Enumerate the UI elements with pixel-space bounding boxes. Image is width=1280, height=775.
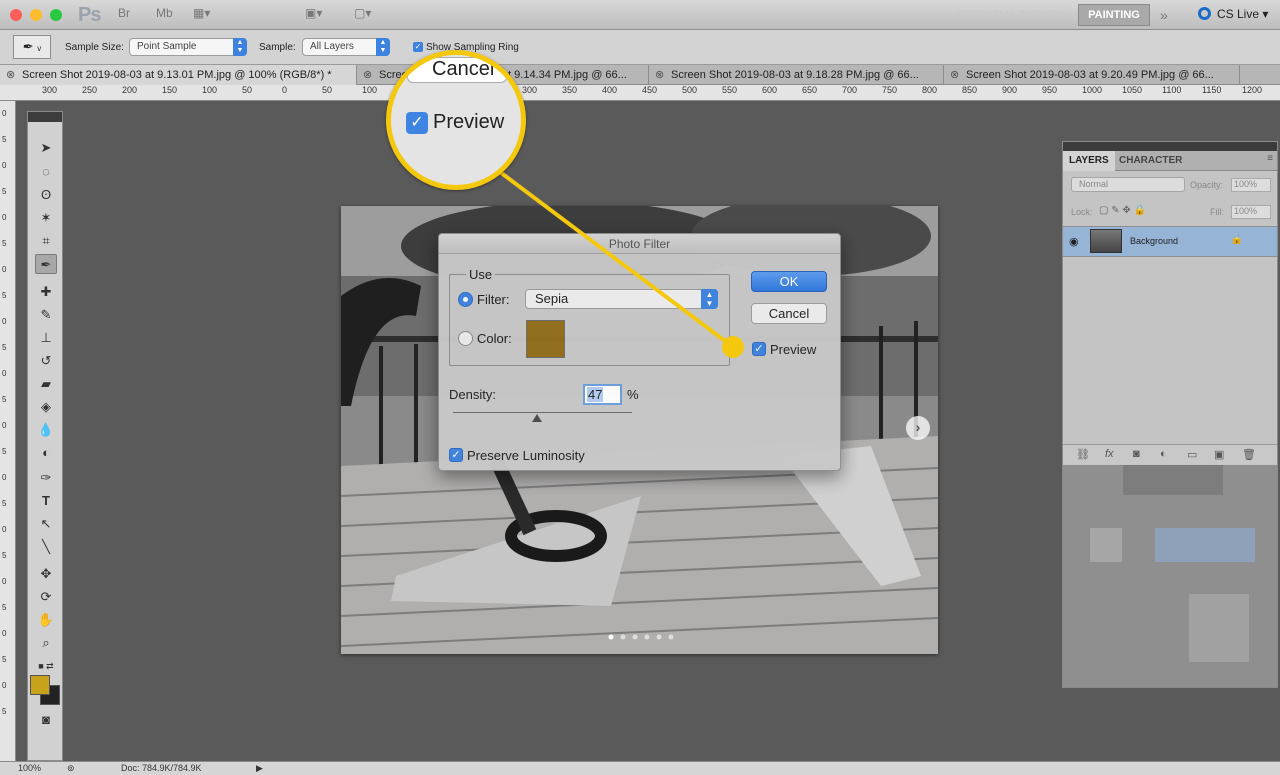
- pixel-block: [1155, 528, 1255, 562]
- callout-preview-checkbox: ✓: [406, 112, 428, 134]
- layers-panel-tabs: LAYERS CHARACTER ≡: [1063, 151, 1277, 171]
- blend-mode-value: Normal: [1079, 179, 1109, 189]
- layers-panel-footer: ⛓ fx ◙ ◐ ▭ ▣ 🗑: [1063, 444, 1277, 464]
- trash-icon[interactable]: 🗑: [1242, 448, 1256, 461]
- callout-target-dot: [722, 336, 744, 358]
- preview-callout-magnifier: Cancel ✓ Preview: [386, 50, 526, 190]
- visibility-eye-icon[interactable]: ◉: [1069, 235, 1079, 248]
- pixel-block: [1090, 528, 1122, 562]
- panel-menu-icon[interactable]: ≡: [1267, 153, 1273, 164]
- layer-name: Background: [1130, 236, 1179, 246]
- group-folder-icon[interactable]: ▭: [1187, 448, 1197, 461]
- fill-label: Fill:: [1210, 207, 1224, 217]
- doc-info[interactable]: Doc: 784.9K/784.9K: [121, 763, 202, 773]
- status-icon[interactable]: ⊚: [67, 763, 75, 774]
- link-icon[interactable]: ⛓: [1076, 448, 1090, 461]
- layer-row-background[interactable]: ◉ Background 🔒: [1063, 226, 1277, 257]
- blend-mode-select[interactable]: Normal: [1071, 177, 1185, 192]
- panel-grip[interactable]: [1063, 142, 1277, 151]
- layers-panel: LAYERS CHARACTER ≡ Normal Opacity: 100% …: [1062, 141, 1278, 688]
- lock-icons[interactable]: ▢ ✎ ✥ 🔒: [1099, 205, 1146, 216]
- pixel-block: [1189, 594, 1249, 662]
- callout-cancel-button: Cancel: [407, 57, 507, 83]
- tab-layers[interactable]: LAYERS: [1063, 151, 1115, 171]
- callout-preview-label: Preview: [433, 111, 505, 133]
- fill-field[interactable]: 100%: [1231, 205, 1271, 219]
- status-menu-arrow-icon[interactable]: ▶: [256, 763, 263, 774]
- new-layer-icon[interactable]: ▣: [1214, 448, 1224, 461]
- zoom-level[interactable]: 100%: [18, 763, 41, 773]
- tab-character[interactable]: CHARACTER: [1113, 151, 1188, 171]
- layer-thumbnail: [1090, 229, 1122, 253]
- pixel-block: [1123, 465, 1223, 495]
- lock-icon: 🔒: [1230, 234, 1243, 245]
- opacity-field[interactable]: 100%: [1231, 178, 1271, 192]
- fx-icon[interactable]: fx: [1105, 448, 1114, 460]
- lock-label: Lock:: [1071, 207, 1093, 217]
- mask-icon[interactable]: ◙: [1133, 448, 1140, 460]
- status-bar: 100% ⊚ Doc: 784.9K/784.9K ▶: [0, 761, 1280, 775]
- adjustment-icon[interactable]: ◐: [1160, 448, 1167, 460]
- opacity-label: Opacity:: [1190, 180, 1224, 190]
